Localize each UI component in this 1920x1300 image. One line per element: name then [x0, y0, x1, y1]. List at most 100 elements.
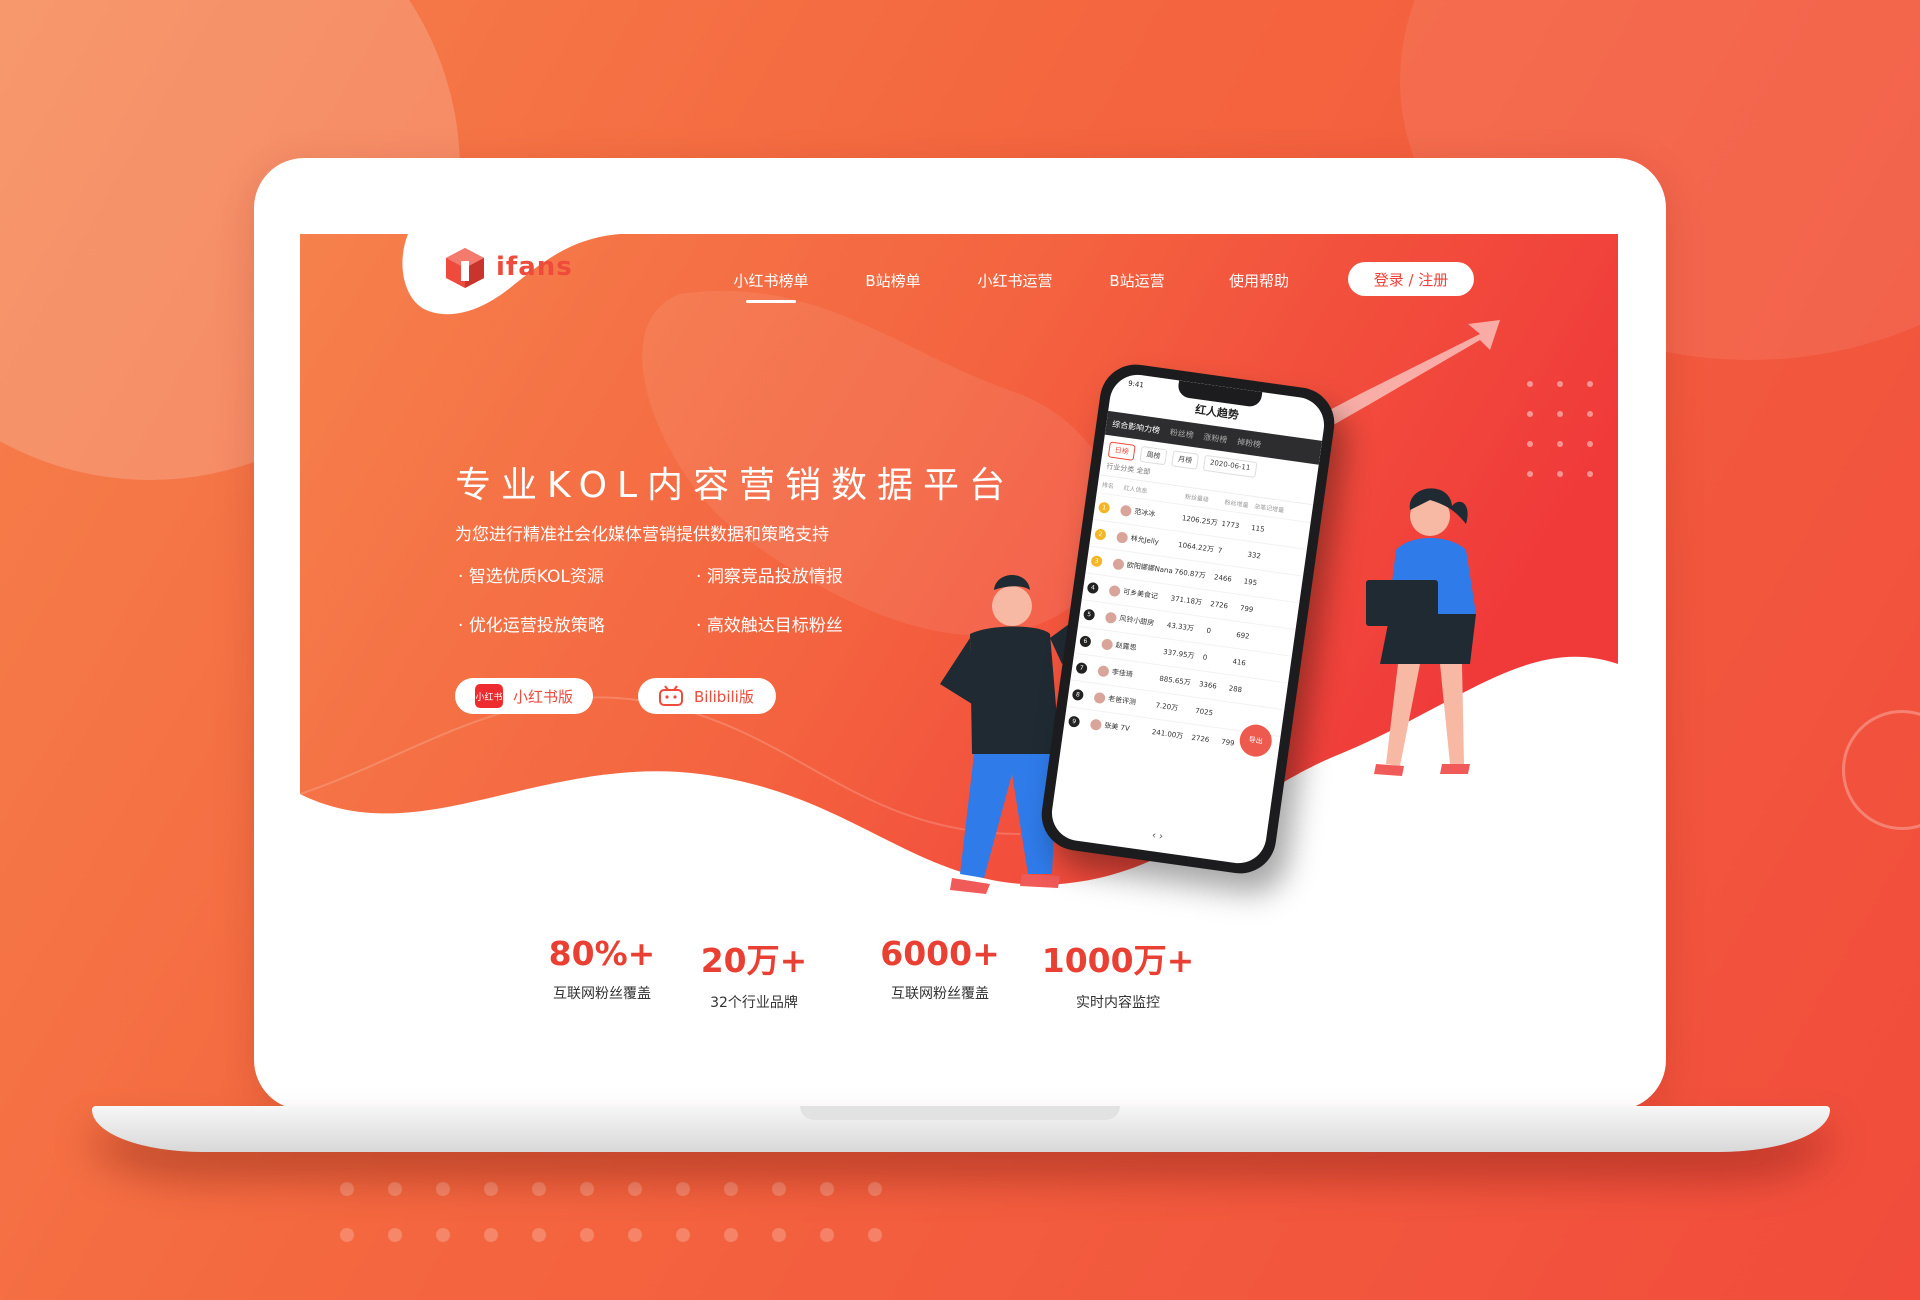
influencer-cell: 范冰冰 [1119, 504, 1183, 524]
bg-dots [340, 1228, 882, 1242]
fans-cell: 371.18万 [1170, 594, 1203, 607]
phone-pager[interactable]: ‹ › [1050, 816, 1265, 857]
increase-cell: 2466 [1213, 573, 1233, 584]
stat-label: 互联网粉丝覆盖 [891, 986, 989, 1002]
rank-badge: 3 [1090, 554, 1103, 567]
influencer-name: 张美 7V [1103, 721, 1131, 733]
rank-cell: 9 [1067, 714, 1091, 729]
influencer-name: 范冰冰 [1133, 507, 1156, 519]
stat-label: 32个行业品牌 [710, 995, 798, 1011]
stat-label: 实时内容监控 [1076, 995, 1160, 1011]
avatar [1101, 637, 1114, 651]
phone-chip[interactable]: 周榜 [1139, 445, 1168, 466]
header-cell: 粉丝增量 [1224, 498, 1249, 510]
fans-cell: 43.33万 [1166, 621, 1195, 633]
hero-headline: 专业KOL内容营销数据平台 [455, 465, 1016, 506]
stat-item: 6000+ 互联网粉丝覆盖 [840, 934, 1040, 1003]
rank-cell: 4 [1086, 581, 1110, 595]
influencer-name: 赵露思 [1115, 641, 1138, 653]
feature-item: 洞察竞品投放情报 [696, 562, 896, 587]
laptop-screen: ifans 小红书榜单 B站榜单 小红书运营 B站运营 使用帮助 登录 / 注册… [300, 234, 1618, 1048]
phone-tab[interactable]: 综合影响力榜 [1112, 418, 1161, 436]
increase-cell: 1773 [1221, 519, 1240, 531]
hero-subline: 为您进行精准社会化媒体营销提供数据和策略支持 [455, 525, 829, 545]
influencer-cell: 欧阳娜娜Nana [1112, 557, 1175, 578]
nav-item-xhs-operation[interactable]: 小红书运营 [954, 270, 1076, 303]
rank-badge: 4 [1086, 581, 1100, 594]
rank-badge: 8 [1071, 688, 1085, 701]
fans-cell: 7.20万 [1155, 701, 1179, 713]
logo[interactable]: ifans [442, 244, 573, 290]
feature-item: 智选优质KOL资源 [458, 562, 696, 587]
xhs-version-label: 小红书版 [513, 687, 574, 706]
rank-badge: 7 [1075, 661, 1088, 674]
phone-table-body: 1 范冰冰 1206.25万 1773 115 2 林允Jelly 1064.22万 7 332 3… [1062, 492, 1311, 763]
influencer-cell: 可乡美食记 [1108, 584, 1172, 604]
bg-ring [1842, 710, 1920, 830]
bilibili-tv-icon [659, 685, 683, 706]
influencer-cell: 李佳琦 [1097, 664, 1160, 685]
rank-cell: 2 [1094, 527, 1117, 542]
stat-item: 1000万+ 实时内容监控 [1018, 934, 1218, 1012]
notes-cell: 416 [1231, 657, 1247, 668]
notes-cell: 692 [1235, 630, 1251, 641]
increase-cell: 7 [1217, 546, 1223, 556]
notes-cell: 115 [1250, 523, 1266, 534]
feature-item: 优化运营投放策略 [458, 611, 696, 636]
influencer-cell: 张美 7V [1089, 718, 1153, 738]
increase-cell: 0 [1205, 626, 1212, 636]
rank-cell: 8 [1071, 688, 1095, 702]
rank-cell: 7 [1075, 661, 1098, 675]
background: ifans 小红书榜单 B站榜单 小红书运营 B站运营 使用帮助 登录 / 注册… [0, 0, 1920, 1300]
nav-item-help[interactable]: 使用帮助 [1198, 270, 1320, 303]
fans-cell: 337.95万 [1162, 647, 1195, 661]
bg-dots [340, 1182, 882, 1196]
rank-cell: 3 [1090, 554, 1114, 569]
rank-badge: 1 [1098, 501, 1111, 514]
phone-chip[interactable]: 月榜 [1171, 450, 1200, 470]
header-cell: 总笔记增量 [1253, 503, 1285, 515]
nav-item-xhs-ranking[interactable]: 小红书榜单 [710, 270, 832, 303]
influencer-name: 可乡美食记 [1122, 587, 1159, 601]
rank-badge: 6 [1079, 634, 1092, 648]
rank-cell: 5 [1082, 607, 1106, 622]
avatar [1089, 718, 1103, 731]
bili-version-label: Bilibili版 [694, 687, 754, 706]
avatar [1108, 584, 1121, 597]
xiaohongshu-icon: 小红书 [475, 684, 503, 708]
influencer-name: 风铃小甜房 [1118, 614, 1155, 628]
stat-item: 20万+ 32个行业品牌 [654, 934, 854, 1012]
notes-cell: 332 [1246, 550, 1262, 561]
phone-tab[interactable]: 粉丝榜 [1169, 426, 1194, 440]
notes-cell: 195 [1243, 577, 1258, 588]
main-nav: 小红书榜单 B站榜单 小红书运营 B站运营 使用帮助 [710, 270, 1320, 303]
rank-badge: 9 [1067, 714, 1081, 728]
increase-cell: 2726 [1209, 599, 1229, 611]
feature-list: 智选优质KOL资源 洞察竞品投放情报 优化运营投放策略 高效触达目标粉丝 [458, 562, 878, 636]
rank-cell: 6 [1079, 634, 1102, 649]
avatar [1112, 557, 1125, 571]
influencer-cell: 老爸评测 [1093, 691, 1157, 711]
phone-tab[interactable]: 涨粉榜 [1203, 431, 1228, 445]
fans-cell: 241.00万 [1151, 728, 1184, 741]
rank-cell: 1 [1098, 501, 1121, 515]
login-register-button[interactable]: 登录 / 注册 [1348, 262, 1474, 296]
fans-cell: 1064.22万 [1177, 540, 1215, 554]
xhs-version-button[interactable]: 小红书 小红书版 [455, 678, 593, 714]
notes-cell: 288 [1228, 684, 1243, 695]
phone-tab[interactable]: 掉粉榜 [1236, 436, 1262, 450]
increase-cell: 3366 [1198, 680, 1218, 691]
increase-cell: 2726 [1190, 733, 1210, 745]
header-cell: 排名 [1101, 481, 1115, 491]
nav-item-bili-ranking[interactable]: B站榜单 [832, 270, 954, 303]
notes-cell: 799 [1239, 604, 1254, 614]
nav-item-bili-operation[interactable]: B站运营 [1076, 270, 1198, 303]
avatar [1116, 530, 1129, 544]
stat-value: 20万+ [700, 941, 808, 980]
increase-cell: 7025 [1194, 706, 1214, 718]
bili-version-button[interactable]: Bilibili版 [638, 678, 776, 714]
phone-chip[interactable]: 日榜 [1107, 441, 1136, 461]
avatar [1097, 664, 1110, 677]
influencer-cell: 林允Jelly [1116, 530, 1179, 551]
rank-badge: 2 [1094, 527, 1107, 541]
